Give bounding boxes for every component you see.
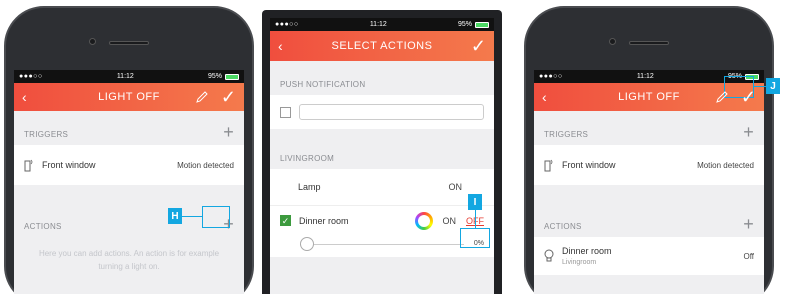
lamp-on-toggle[interactable]: ON xyxy=(449,182,463,192)
add-trigger-icon[interactable]: + xyxy=(743,123,754,141)
phone-1: ●●●○○ 11:12 95% ‹ LIGHT OFF ✓ TRIGGERS + xyxy=(4,6,254,294)
speaker xyxy=(109,41,149,45)
trigger-state: Motion detected xyxy=(697,160,754,170)
push-row xyxy=(270,95,494,129)
callout-h: H xyxy=(168,208,182,224)
stage: ●●●○○ 11:12 95% ‹ LIGHT OFF ✓ TRIGGERS + xyxy=(0,0,788,294)
actions-header: ACTIONS + xyxy=(534,185,764,237)
lightbulb-icon xyxy=(544,249,554,262)
empty-actions-text: Here you can add actions. An action is f… xyxy=(38,249,220,271)
color-picker-icon[interactable] xyxy=(414,211,433,230)
edit-icon[interactable] xyxy=(195,90,209,104)
trigger-row-left: Front window xyxy=(24,158,96,172)
add-trigger-icon[interactable]: + xyxy=(223,123,234,141)
nav-bar: ‹ LIGHT OFF ✓ xyxy=(534,83,764,111)
screen-light-off-configured: ●●●○○ 11:12 95% ‹ LIGHT OFF ✓ TRIGGERS + xyxy=(534,70,764,294)
triggers-label: TRIGGERS xyxy=(544,130,589,139)
battery-icon xyxy=(475,21,489,28)
action-name: Dinner room xyxy=(562,246,612,256)
carrier-signal: ●●●○○ xyxy=(275,21,299,28)
dimmer-slider-handle[interactable] xyxy=(300,237,314,251)
push-header: PUSH NOTIFICATION xyxy=(270,61,494,95)
back-icon[interactable]: ‹ xyxy=(22,89,27,105)
back-icon[interactable]: ‹ xyxy=(278,38,283,54)
actions-label: ACTIONS xyxy=(24,222,62,231)
dinner-controls: ON OFF xyxy=(414,211,484,230)
battery-status: 95% xyxy=(458,21,489,28)
action-text: Dinner room Livingroom xyxy=(562,246,612,266)
camera xyxy=(89,38,96,45)
nav-actions: ✓ xyxy=(195,88,236,106)
room-header: LIVINGROOM xyxy=(270,129,494,169)
status-bar: ●●●○○ 11:12 95% xyxy=(14,70,244,83)
carrier-signal: ●●●○○ xyxy=(19,73,43,80)
status-bar: ●●●○○ 11:12 95% xyxy=(270,18,494,31)
edit-icon[interactable] xyxy=(715,90,729,104)
callout-i-box xyxy=(460,228,490,248)
trigger-state: Motion detected xyxy=(177,160,234,170)
battery-percent: 95% xyxy=(207,73,222,80)
push-label: PUSH NOTIFICATION xyxy=(280,80,366,89)
room-label: LIVINGROOM xyxy=(280,154,335,163)
trigger-name: Front window xyxy=(562,160,616,170)
action-row-left: Dinner room Livingroom xyxy=(544,246,612,266)
dinner-label: Dinner room xyxy=(299,215,349,226)
add-action-icon[interactable]: + xyxy=(743,215,754,233)
nav-bar: ‹ LIGHT OFF ✓ xyxy=(14,83,244,111)
callout-h-line xyxy=(182,216,202,217)
callout-h-box xyxy=(202,206,230,228)
callout-i: I xyxy=(468,194,482,210)
triggers-label: TRIGGERS xyxy=(24,130,69,139)
dinner-on-toggle[interactable]: ON xyxy=(443,216,457,226)
phone-3: ●●●○○ 11:12 95% ‹ LIGHT OFF ✓ TRIGGERS + xyxy=(524,6,774,294)
trigger-name: Front window xyxy=(42,160,96,170)
push-checkbox[interactable] xyxy=(280,106,291,118)
actions-label: ACTIONS xyxy=(544,222,582,231)
status-time: 11:12 xyxy=(369,21,387,28)
page-title: SELECT ACTIONS xyxy=(331,40,433,52)
dinner-checkbox[interactable]: ✓ xyxy=(280,215,291,226)
carrier-signal: ●●●○○ xyxy=(539,73,563,80)
nav-actions: ✓ xyxy=(715,88,756,106)
trigger-row[interactable]: Front window Motion detected xyxy=(534,145,764,185)
screen-light-off: ●●●○○ 11:12 95% ‹ LIGHT OFF ✓ TRIGGERS + xyxy=(14,70,244,294)
confirm-check-icon[interactable]: ✓ xyxy=(221,88,236,106)
phone-2: ●●●○○ 11:12 95% ‹ SELECT ACTIONS ✓ PUSH … xyxy=(262,10,502,294)
dinner-row-left: ✓ Dinner room xyxy=(280,215,349,226)
callout-j: J xyxy=(766,78,780,94)
lamp-label: Lamp xyxy=(298,182,321,192)
triggers-header: TRIGGERS + xyxy=(534,111,764,145)
triggers-header: TRIGGERS + xyxy=(14,111,244,145)
confirm-check-icon[interactable]: ✓ xyxy=(471,37,486,55)
sensor-icon xyxy=(544,159,553,172)
back-icon[interactable]: ‹ xyxy=(542,89,547,105)
action-row[interactable]: Dinner room Livingroom Off xyxy=(534,237,764,275)
screen-select-actions: ●●●○○ 11:12 95% ‹ SELECT ACTIONS ✓ PUSH … xyxy=(270,18,494,294)
lamp-row[interactable]: Lamp ON xyxy=(270,169,494,205)
nav-bar: ‹ SELECT ACTIONS ✓ xyxy=(270,31,494,61)
callout-i-line xyxy=(475,210,476,228)
speaker xyxy=(629,41,669,45)
battery-status: 95% xyxy=(208,73,239,80)
status-time: 11:12 xyxy=(636,73,654,80)
sensor-icon xyxy=(24,159,33,172)
dimmer-slider-track[interactable] xyxy=(300,244,464,245)
camera xyxy=(609,38,616,45)
confirm-check-icon[interactable]: ✓ xyxy=(741,88,756,106)
status-time: 11:12 xyxy=(116,73,134,80)
action-room: Livingroom xyxy=(562,259,597,266)
battery-percent: 95% xyxy=(457,21,472,28)
trigger-row[interactable]: Front window Motion detected xyxy=(14,145,244,185)
action-state: Off xyxy=(743,251,754,261)
trigger-row-left: Front window xyxy=(544,158,616,172)
push-message-input[interactable] xyxy=(299,104,484,120)
battery-icon xyxy=(225,73,239,80)
